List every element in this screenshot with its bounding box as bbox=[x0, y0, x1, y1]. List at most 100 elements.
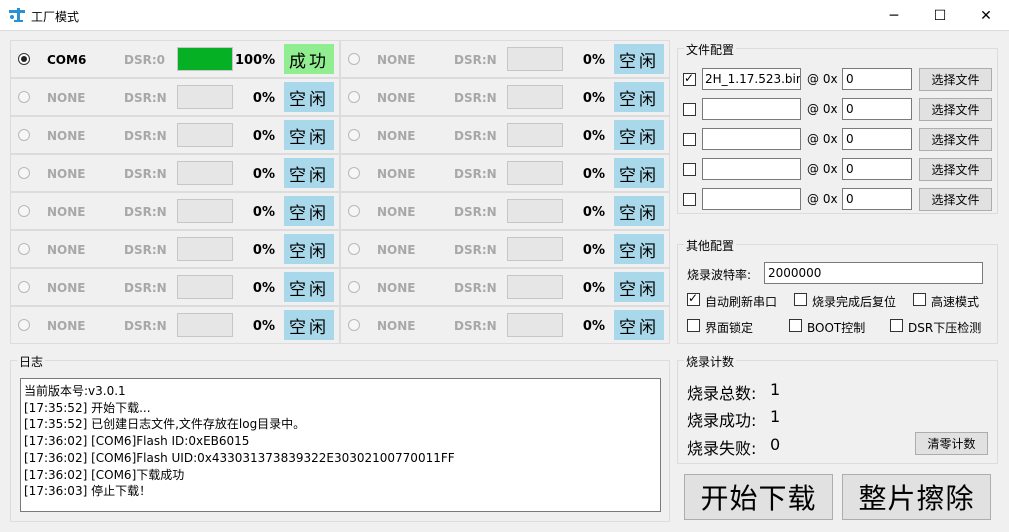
flash-address-input[interactable]: 0 bbox=[842, 188, 912, 210]
port-status-badge: 空闲 bbox=[614, 272, 664, 302]
option-checkbox[interactable] bbox=[794, 293, 807, 306]
file-config-title: 文件配置 bbox=[684, 41, 737, 58]
port-select-radio[interactable] bbox=[18, 53, 30, 65]
title-bar: 工厂模式 ─ ☐ ✕ bbox=[0, 0, 1009, 31]
port-name: NONE bbox=[377, 129, 416, 143]
port-status-badge: 空闲 bbox=[284, 120, 334, 150]
port-select-radio[interactable] bbox=[18, 319, 30, 331]
address-prefix-label: @ 0x bbox=[807, 132, 838, 146]
file-path-input[interactable] bbox=[702, 98, 801, 120]
log-textbox[interactable]: 当前版本号:v3.0.1 [17:35:52] 开始下载... [17:35:52]… bbox=[20, 378, 661, 512]
full-erase-button[interactable]: 整片擦除 bbox=[842, 474, 991, 520]
option-checkbox[interactable] bbox=[890, 319, 903, 332]
success-count-label: 烧录成功: bbox=[687, 411, 757, 430]
port-select-radio[interactable] bbox=[18, 243, 30, 255]
choose-file-button[interactable]: 选择文件 bbox=[919, 158, 992, 181]
file-enable-checkbox[interactable] bbox=[683, 133, 696, 146]
port-name: NONE bbox=[47, 167, 86, 181]
port-cell: NONE DSR:N 0% 空闲 bbox=[340, 40, 670, 78]
choose-file-button[interactable]: 选择文件 bbox=[919, 128, 992, 151]
port-select-radio[interactable] bbox=[348, 129, 360, 141]
port-progress-percent: 0% bbox=[582, 167, 605, 182]
port-progress-percent: 0% bbox=[252, 205, 275, 220]
port-status-badge: 空闲 bbox=[614, 158, 664, 188]
port-progress-percent: 0% bbox=[252, 167, 275, 182]
port-progress-bar bbox=[177, 85, 233, 109]
address-prefix-label: @ 0x bbox=[807, 192, 838, 206]
option-checkbox[interactable] bbox=[913, 293, 926, 306]
flash-address-input[interactable]: 0 bbox=[842, 158, 912, 180]
file-enable-checkbox[interactable] bbox=[683, 103, 696, 116]
file-path-input[interactable] bbox=[702, 188, 801, 210]
port-select-radio[interactable] bbox=[348, 167, 360, 179]
port-progress-percent: 0% bbox=[582, 91, 605, 106]
port-select-radio[interactable] bbox=[348, 205, 360, 217]
port-select-radio[interactable] bbox=[348, 281, 360, 293]
option-checkbox[interactable] bbox=[789, 319, 802, 332]
file-path-input[interactable]: 2H_1.17.523.bin bbox=[702, 68, 801, 90]
port-progress-bar bbox=[177, 237, 233, 261]
port-name: NONE bbox=[47, 129, 86, 143]
choose-file-button[interactable]: 选择文件 bbox=[919, 68, 992, 91]
port-select-radio[interactable] bbox=[18, 205, 30, 217]
port-cell: NONE DSR:N 0% 空闲 bbox=[10, 268, 340, 306]
baud-rate-input[interactable]: 2000000 bbox=[764, 262, 983, 284]
file-enable-checkbox[interactable] bbox=[683, 163, 696, 176]
port-cell: NONE DSR:N 0% 空闲 bbox=[340, 192, 670, 230]
port-select-radio[interactable] bbox=[348, 243, 360, 255]
flash-address-input[interactable]: 0 bbox=[842, 98, 912, 120]
port-select-radio[interactable] bbox=[18, 281, 30, 293]
port-progress-bar bbox=[177, 161, 233, 185]
address-prefix-label: @ 0x bbox=[807, 162, 838, 176]
port-cell: NONE DSR:N 0% 空闲 bbox=[10, 192, 340, 230]
flash-address-input[interactable]: 0 bbox=[842, 68, 912, 90]
port-select-radio[interactable] bbox=[348, 91, 360, 103]
port-name: NONE bbox=[47, 205, 86, 219]
port-dsr-status: DSR:N bbox=[124, 205, 167, 219]
port-select-radio[interactable] bbox=[348, 53, 360, 65]
port-progress-percent: 0% bbox=[252, 281, 275, 296]
port-dsr-status: DSR:N bbox=[454, 167, 497, 181]
port-status-badge: 空闲 bbox=[614, 310, 664, 340]
file-enable-checkbox[interactable] bbox=[683, 71, 696, 86]
log-line: [17:35:52] 已创建日志文件,文件存放在log目录中。 bbox=[24, 417, 306, 432]
port-cell: NONE DSR:N 0% 空闲 bbox=[10, 78, 340, 116]
port-dsr-status: DSR:N bbox=[454, 243, 497, 257]
port-name: NONE bbox=[47, 91, 86, 105]
port-progress-percent: 0% bbox=[252, 319, 275, 334]
close-icon: ✕ bbox=[980, 7, 992, 24]
file-enable-checkbox[interactable] bbox=[683, 193, 696, 206]
choose-file-button[interactable]: 选择文件 bbox=[919, 188, 992, 211]
port-cell: NONE DSR:N 0% 空闲 bbox=[10, 306, 340, 344]
port-select-radio[interactable] bbox=[18, 91, 30, 103]
port-name: NONE bbox=[377, 281, 416, 295]
flash-address-input[interactable]: 0 bbox=[842, 128, 912, 150]
port-dsr-status: DSR:N bbox=[454, 281, 497, 295]
port-progress-percent: 0% bbox=[252, 91, 275, 106]
start-download-button[interactable]: 开始下载 bbox=[684, 474, 833, 520]
app-logo-icon bbox=[9, 8, 25, 22]
maximize-button[interactable]: ☐ bbox=[917, 0, 963, 31]
close-button[interactable]: ✕ bbox=[963, 0, 1009, 31]
port-name: NONE bbox=[377, 53, 416, 67]
option-label: 自动刷新串口 bbox=[705, 295, 778, 309]
port-dsr-status: DSR:N bbox=[124, 91, 167, 105]
port-select-radio[interactable] bbox=[348, 319, 360, 331]
baud-label: 烧录波特率: bbox=[687, 268, 752, 282]
minimize-button[interactable]: ─ bbox=[871, 0, 917, 31]
choose-file-button[interactable]: 选择文件 bbox=[919, 98, 992, 121]
option-checkbox[interactable] bbox=[687, 319, 700, 332]
port-progress-bar bbox=[177, 199, 233, 223]
port-cell: NONE DSR:N 0% 空闲 bbox=[340, 306, 670, 344]
port-status-badge: 空闲 bbox=[284, 310, 334, 340]
port-select-radio[interactable] bbox=[18, 129, 30, 141]
option-label: DSR下压检测 bbox=[908, 321, 982, 335]
file-path-input[interactable] bbox=[702, 128, 801, 150]
port-select-radio[interactable] bbox=[18, 167, 30, 179]
total-count-value: 1 bbox=[770, 380, 781, 399]
file-path-input[interactable] bbox=[702, 158, 801, 180]
clear-count-button[interactable]: 清零计数 bbox=[915, 432, 988, 455]
port-cell: NONE DSR:N 0% 空闲 bbox=[340, 154, 670, 192]
port-name: NONE bbox=[377, 243, 416, 257]
option-checkbox[interactable] bbox=[687, 291, 700, 306]
